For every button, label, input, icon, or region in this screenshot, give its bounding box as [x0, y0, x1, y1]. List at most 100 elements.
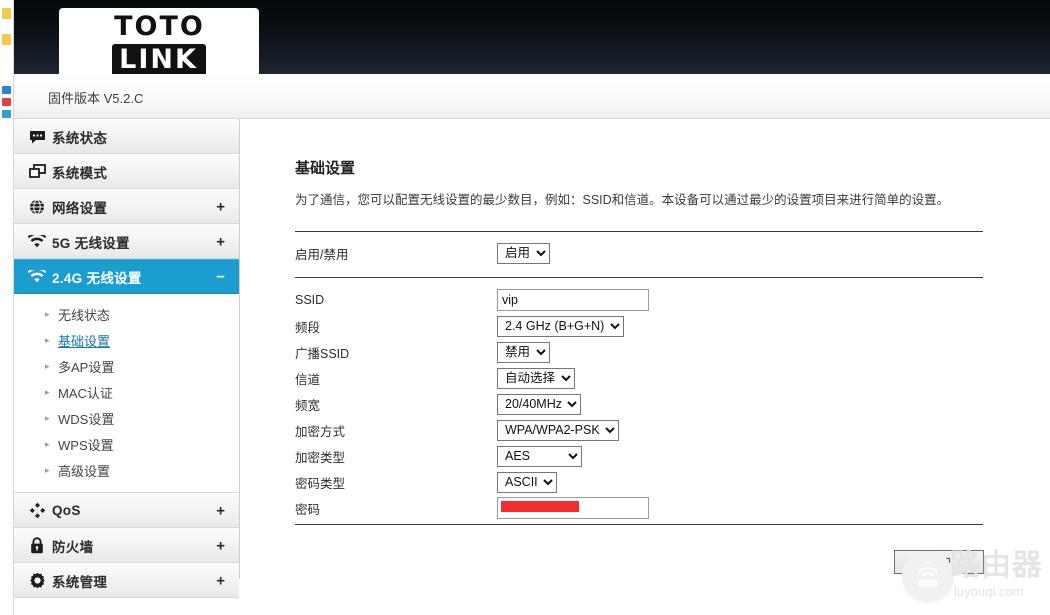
- sidebar-item-system-management[interactable]: 系统管理 +: [14, 563, 239, 598]
- sidebar-toggle-expand[interactable]: +: [216, 199, 225, 214]
- encryption-type-select[interactable]: AES: [497, 445, 582, 467]
- windows-stack-icon: [22, 164, 52, 179]
- enable-select[interactable]: 启用: [497, 242, 550, 264]
- field-label-channel: 信道: [295, 372, 321, 387]
- sidebar-subitem-label: MAC认证: [58, 385, 113, 401]
- apply-button[interactable]: 应用: [894, 550, 984, 574]
- browser-bookmark-sliver: [0, 0, 14, 615]
- sidebar-item-label: 系统状态: [52, 130, 108, 146]
- ssid-input[interactable]: [497, 289, 649, 311]
- sidebar-submenu-24g: ▸ 无线状态 ▸ 基础设置 ▸ 多AP设置 ▸ MAC认证 ▸ WDS设置 ▸ …: [14, 294, 239, 493]
- sidebar-toggle-expand[interactable]: +: [216, 234, 225, 249]
- divider: [295, 231, 983, 232]
- bandwidth-select[interactable]: 20/40MHz: [497, 393, 581, 415]
- field-control-password-type: ASCII: [497, 471, 557, 493]
- sidebar-item-label: 防火墙: [52, 539, 94, 555]
- sidebar-toggle-collapse[interactable]: −: [216, 269, 225, 284]
- sidebar-subitem-mac-auth[interactable]: ▸ MAC认证: [14, 379, 239, 405]
- sidebar-subitem-wps[interactable]: ▸ WPS设置: [14, 431, 239, 457]
- router-admin-page: TOTOLINK The Smartest Network Device 固件版…: [14, 0, 1050, 615]
- broadcast-ssid-select[interactable]: 禁用: [497, 341, 550, 363]
- password-input[interactable]: [497, 497, 649, 519]
- sidebar-item-system-status[interactable]: 系统状态: [14, 119, 239, 154]
- main-content: 基础设置 为了通信，您可以配置无线设置的最少数目，例如：SSID和信道。本设备可…: [241, 119, 1050, 615]
- password-holder: [497, 497, 649, 519]
- sidebar-item-label: 2.4G 无线设置: [52, 270, 142, 286]
- sidebar-item-label: QoS: [52, 503, 81, 518]
- field-label-encryption-type: 加密类型: [295, 450, 346, 465]
- sidebar-item-firewall[interactable]: 防火墙 +: [14, 528, 239, 563]
- bookmark-chip: [2, 8, 11, 19]
- speech-bubble-icon: [22, 130, 52, 144]
- sidebar-item-system-mode[interactable]: 系统模式: [14, 154, 239, 189]
- wifi-icon: [22, 270, 52, 283]
- field-row-broadcast-ssid: 广播SSID 禁用: [295, 339, 995, 365]
- logo-text-secondary: LINK: [112, 44, 206, 77]
- wifi-icon: [22, 235, 52, 248]
- chevron-right-icon: ▸: [45, 438, 50, 449]
- field-control-bandwidth: 20/40MHz: [497, 393, 581, 415]
- logo-box: TOTOLINK: [59, 8, 259, 80]
- field-control-password: [497, 497, 649, 519]
- field-row-encryption-mode: 加密方式 WPA/WPA2-PSK: [295, 417, 995, 443]
- sidebar-item-24g-wireless[interactable]: 2.4G 无线设置 −: [14, 259, 239, 294]
- field-row-bandwidth: 频宽 20/40MHz: [295, 391, 995, 417]
- field-row-encryption-type: 加密类型 AES: [295, 443, 995, 469]
- divider: [295, 524, 983, 525]
- sidebar-item-label: 系统管理: [52, 574, 108, 590]
- diamond-cluster-icon: [22, 502, 52, 519]
- sidebar-subitem-wireless-status[interactable]: ▸ 无线状态: [14, 301, 239, 327]
- bookmark-chip: [2, 34, 11, 45]
- sidebar-subitem-basic-settings[interactable]: ▸ 基础设置: [14, 327, 239, 353]
- sidebar-toggle-expand[interactable]: +: [216, 573, 225, 588]
- field-control-band: 2.4 GHz (B+G+N): [497, 315, 624, 337]
- channel-select[interactable]: 自动选择: [497, 367, 575, 389]
- sidebar-toggle-expand[interactable]: +: [216, 503, 225, 518]
- encryption-mode-select[interactable]: WPA/WPA2-PSK: [497, 419, 619, 441]
- field-row-ssid: SSID: [295, 287, 995, 313]
- sidebar-subitem-label: 多AP设置: [58, 359, 115, 375]
- field-label-band: 频段: [295, 320, 321, 335]
- chevron-right-icon: ▸: [45, 334, 50, 345]
- password-type-select[interactable]: ASCII: [497, 471, 557, 493]
- field-label-encryption-mode: 加密方式: [295, 424, 346, 439]
- chevron-right-icon: ▸: [45, 360, 50, 371]
- firmware-bar: 固件版本 V5.2.C: [14, 74, 1050, 119]
- sidebar-subitem-wds[interactable]: ▸ WDS设置: [14, 405, 239, 431]
- sidebar-nav: 系统状态 系统模式 网络设置 + 5G 无线设置 + 2.4G 无线设置 − ▸…: [14, 119, 240, 598]
- sidebar-item-label: 系统模式: [52, 165, 108, 181]
- field-label-bandwidth: 频宽: [295, 398, 321, 413]
- band-select[interactable]: 2.4 GHz (B+G+N): [497, 315, 624, 337]
- field-label-password-type: 密码类型: [295, 476, 346, 491]
- chevron-right-icon: ▸: [45, 412, 50, 423]
- sidebar-item-qos[interactable]: QoS +: [14, 493, 239, 528]
- bookmark-chip: [2, 110, 11, 118]
- field-label-ssid: SSID: [295, 293, 325, 307]
- gear-icon: [22, 572, 52, 589]
- field-label-password: 密码: [295, 502, 321, 517]
- sidebar-item-5g-wireless[interactable]: 5G 无线设置 +: [14, 224, 239, 259]
- bookmark-chip: [2, 98, 11, 106]
- field-control-channel: 自动选择: [497, 367, 575, 389]
- sidebar-subitem-label: WDS设置: [58, 411, 115, 427]
- bookmark-chip: [2, 86, 11, 94]
- page-title: 基础设置: [295, 160, 356, 177]
- page-header: TOTOLINK The Smartest Network Device: [14, 0, 1050, 102]
- field-control-encryption-type: AES: [497, 445, 582, 467]
- sidebar-subitem-advanced[interactable]: ▸ 高级设置: [14, 457, 239, 483]
- chevron-right-icon: ▸: [45, 386, 50, 397]
- field-row-password: 密码: [295, 495, 995, 521]
- field-label-enable: 启用/禁用: [295, 247, 349, 262]
- padlock-icon: [22, 537, 52, 554]
- logo-text-primary: TOTO: [107, 11, 211, 44]
- sidebar-item-label: 5G 无线设置: [52, 235, 130, 251]
- sidebar-item-label: 网络设置: [52, 200, 108, 216]
- field-row-band: 频段 2.4 GHz (B+G+N): [295, 313, 995, 339]
- chevron-right-icon: ▸: [45, 464, 50, 475]
- sidebar-subitem-multi-ap[interactable]: ▸ 多AP设置: [14, 353, 239, 379]
- sidebar-item-network-settings[interactable]: 网络设置 +: [14, 189, 239, 224]
- sidebar-toggle-expand[interactable]: +: [216, 538, 225, 553]
- divider: [295, 277, 983, 278]
- field-row-password-type: 密码类型 ASCII: [295, 469, 995, 495]
- field-control-broadcast-ssid: 禁用: [497, 341, 550, 363]
